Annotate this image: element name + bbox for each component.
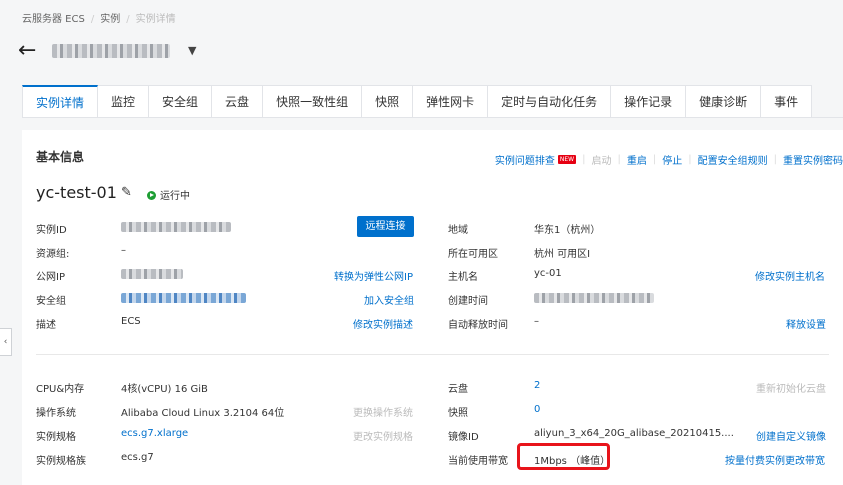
start-button[interactable]: 启动 <box>592 152 612 167</box>
caret-down-icon[interactable]: ▼ <box>188 44 196 57</box>
modify-hostname-link[interactable]: 修改实例主机名 <box>755 268 825 283</box>
tab-scheduled-tasks[interactable]: 定时与自动化任务 <box>488 85 612 118</box>
security-group-label: 安全组 <box>36 296 66 307</box>
tab-security-groups[interactable]: 安全组 <box>149 85 213 118</box>
os-value: Alibaba Cloud Linux 3.2104 64位 <box>121 408 285 419</box>
created-time-label: 创建时间 <box>448 296 488 307</box>
public-ip-label: 公网IP <box>36 272 65 283</box>
instance-name: yc-test-01 <box>36 183 117 202</box>
security-group-link-redacted[interactable] <box>121 293 246 303</box>
modify-description-link[interactable]: 修改实例描述 <box>353 316 413 331</box>
tab-bar: 实例详情 监控 安全组 云盘 快照一致性组 快照 弹性网卡 定时与自动化任务 操… <box>22 85 813 118</box>
config-sg-rules-link[interactable]: 配置安全组规则 <box>698 152 768 167</box>
create-image-link[interactable]: 创建自定义镜像 <box>756 428 826 443</box>
cpu-memory-value: 4核(vCPU) 16 GiB <box>121 384 208 395</box>
running-icon <box>147 191 156 200</box>
reset-password-link[interactable]: 重置实例密码 <box>783 152 843 167</box>
new-badge: NEW <box>557 155 577 164</box>
resource-group-value: – <box>121 245 126 256</box>
status-text: 运行中 <box>160 191 190 202</box>
auto-release-value: – <box>534 316 539 327</box>
breadcrumb-item-ecs[interactable]: 云服务器 ECS <box>22 14 85 25</box>
convert-eip-link[interactable]: 转换为弹性公网IP <box>334 268 413 283</box>
section-divider <box>36 354 829 355</box>
tab-operation-logs[interactable]: 操作记录 <box>611 85 687 118</box>
region-value: 华东1（杭州） <box>534 225 601 236</box>
instance-spec-label: 实例规格 <box>36 432 76 443</box>
image-id-value: aliyun_3_x64_20G_alibase_20210415.... <box>534 428 734 439</box>
join-security-group-link[interactable]: 加入安全组 <box>364 292 414 307</box>
instance-spec-link[interactable]: ecs.g7.xlarge <box>121 428 188 439</box>
image-id-label: 镜像ID <box>448 432 479 443</box>
instance-id-label: 实例ID <box>36 225 67 236</box>
auto-release-label: 自动释放时间 <box>448 320 508 331</box>
tab-health-diagnosis[interactable]: 健康诊断 <box>686 85 762 118</box>
bandwidth-highlight-box <box>517 443 610 470</box>
breadcrumb-item-instances[interactable]: 实例 <box>100 14 120 25</box>
created-time-redacted <box>534 293 654 303</box>
chevron-left-icon[interactable]: ‹ <box>0 328 12 356</box>
stop-button[interactable]: 停止 <box>662 152 682 167</box>
release-settings-link[interactable]: 释放设置 <box>786 316 826 331</box>
hostname-label: 主机名 <box>448 272 478 283</box>
tab-snapshots[interactable]: 快照 <box>362 85 414 118</box>
restart-button[interactable]: 重启 <box>627 152 647 167</box>
remote-connect-button[interactable]: 远程连接 <box>357 216 414 237</box>
zone-value: 杭州 可用区I <box>534 249 591 260</box>
tab-events[interactable]: 事件 <box>761 85 813 118</box>
troubleshoot-link[interactable]: 实例问题排查 <box>495 152 555 167</box>
os-label: 操作系统 <box>36 408 76 419</box>
status-badge: 运行中 <box>147 187 190 202</box>
pencil-icon[interactable]: ✎ <box>121 185 132 200</box>
reinit-disk-link[interactable]: 重新初始化云盘 <box>756 380 826 395</box>
description-label: 描述 <box>36 320 56 331</box>
spec-family-label: 实例规格族 <box>36 456 86 467</box>
disk-label: 云盘 <box>448 384 468 395</box>
change-os-link[interactable]: 更换操作系统 <box>353 404 413 419</box>
tab-eni[interactable]: 弹性网卡 <box>413 85 489 118</box>
tab-divider <box>22 117 843 118</box>
tab-instance-details[interactable]: 实例详情 <box>22 85 99 118</box>
instance-id-redacted <box>121 222 231 232</box>
change-spec-link[interactable]: 更改实例规格 <box>353 428 413 443</box>
breadcrumb-item-current: 实例详情 <box>135 14 176 25</box>
tab-monitoring[interactable]: 监控 <box>98 85 150 118</box>
description-value: ECS <box>121 316 141 327</box>
action-bar: 实例问题排查 NEW | 启动 | 重启 | 停止 | 配置安全组规则 | 重置实… <box>494 152 843 167</box>
breadcrumb: 云服务器 ECS / 实例 / 实例详情 <box>22 14 176 25</box>
resource-group-label: 资源组: <box>36 249 70 260</box>
region-label: 地域 <box>448 225 468 236</box>
cpu-memory-label: CPU&内存 <box>36 384 85 395</box>
snapshot-label: 快照 <box>448 408 468 419</box>
public-ip-redacted <box>121 269 183 279</box>
change-bandwidth-link[interactable]: 按量付费实例更改带宽 <box>725 452 825 467</box>
tab-disks[interactable]: 云盘 <box>212 85 264 118</box>
hostname-value: yc-01 <box>534 268 562 279</box>
section-title: 基本信息 <box>36 150 85 164</box>
bandwidth-label: 当前使用带宽 <box>448 456 508 467</box>
disk-count-link[interactable]: 2 <box>534 380 540 391</box>
back-arrow-icon[interactable]: ← <box>18 40 36 62</box>
spec-family-value: ecs.g7 <box>121 452 154 463</box>
zone-label: 所在可用区 <box>448 249 498 260</box>
instance-title-redacted <box>52 44 170 58</box>
snapshot-count-link[interactable]: 0 <box>534 404 540 415</box>
tab-snapshot-consistency-groups[interactable]: 快照一致性组 <box>263 85 363 118</box>
